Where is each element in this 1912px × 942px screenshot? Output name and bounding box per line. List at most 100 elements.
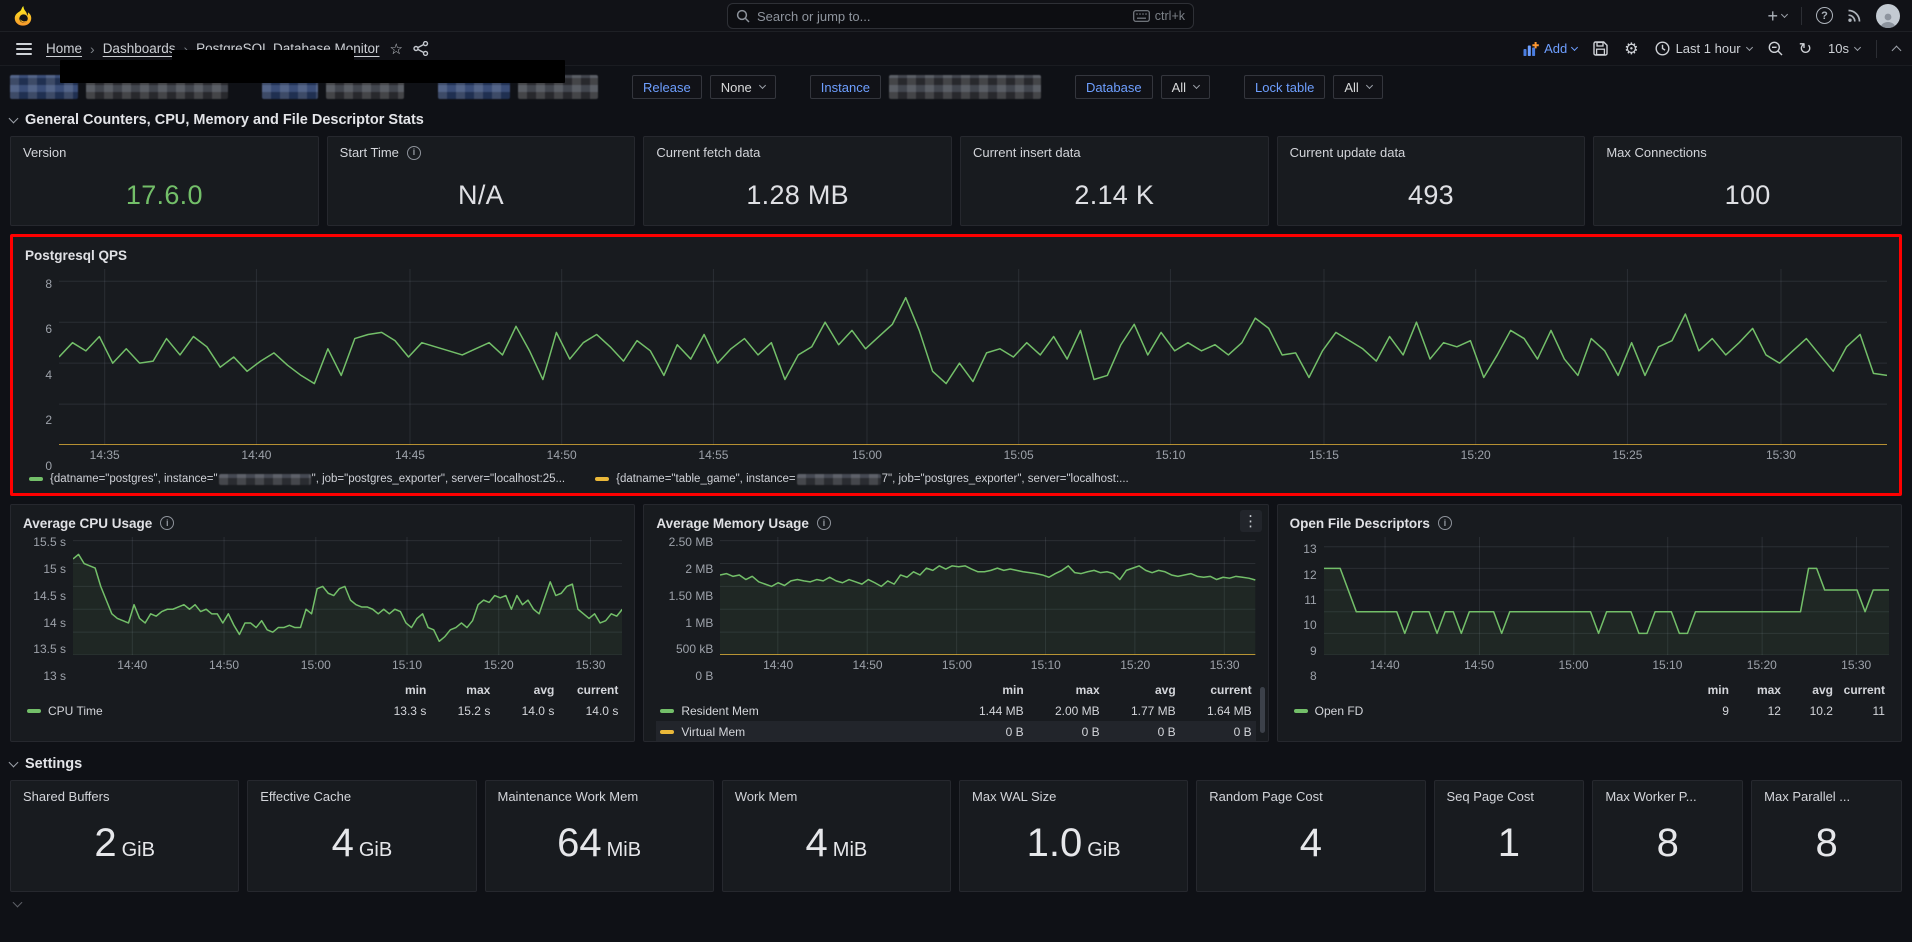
legend-column-header[interactable]: avg — [1100, 683, 1176, 697]
legend-scrollbar[interactable] — [1259, 687, 1265, 733]
breadcrumb-dashboards[interactable]: Dashboards — [103, 41, 176, 56]
legend-series-name[interactable]: Open FD — [1293, 704, 1677, 718]
legend-column-header[interactable]: min — [948, 683, 1023, 697]
legend-series-name[interactable]: CPU Time — [27, 704, 362, 718]
panel-work-mem[interactable]: Work Mem 4 MiB — [721, 780, 952, 892]
axis-tick-label: 2.50 MB — [668, 535, 714, 550]
legend-column-header[interactable]: min — [362, 683, 426, 697]
axis-tick-label: 15:00 — [1558, 658, 1589, 672]
plot-area[interactable] — [1323, 537, 1889, 655]
refresh-interval-picker[interactable]: 10s — [1828, 41, 1862, 56]
panel-maintenance-work-mem[interactable]: Maintenance Work Mem 64 MiB — [484, 780, 714, 892]
refresh-button[interactable]: ↻ — [1799, 39, 1812, 58]
panel-max-parallel[interactable]: Max Parallel ... 8 — [1751, 780, 1902, 892]
zoom-out-time-button[interactable] — [1768, 41, 1783, 56]
legend-column-header[interactable]: avg — [1781, 683, 1833, 697]
legend-column-header[interactable]: max — [426, 683, 490, 697]
legend-column-header[interactable]: min — [1677, 683, 1729, 697]
panel-max-wal-size[interactable]: Max WAL Size 1.0 GiB — [959, 780, 1189, 892]
legend-header-row: min max avg current — [656, 679, 1255, 700]
legend-series-name[interactable]: Virtual Mem — [660, 725, 947, 739]
breadcrumb-separator: › — [90, 40, 95, 57]
save-dashboard-button[interactable] — [1593, 41, 1608, 56]
variable-lock-table-value[interactable]: All — [1333, 75, 1383, 99]
panel-title: Work Mem — [734, 789, 798, 804]
add-panel-button[interactable]: Add — [1523, 41, 1579, 56]
axis-tick-label: 14:45 — [394, 448, 425, 462]
x-axis: 14:35 14:40 14:45 14:50 14:55 15:00 15:05 15:10… — [59, 448, 1887, 465]
legend-column-header[interactable]: avg — [490, 683, 555, 697]
legend-column-header[interactable]: current — [1833, 683, 1885, 697]
legend-value: 10.2 — [1809, 703, 1833, 718]
chevron-down-icon — [1780, 10, 1789, 18]
share-icon[interactable] — [413, 41, 429, 56]
search-input[interactable]: Search or jump to... ctrl+k — [727, 3, 1194, 29]
dashboard-settings-button[interactable]: ⚙ — [1624, 39, 1638, 58]
panel-average-memory-usage[interactable]: ⋮ Average Memory Usage i 2.50 MB 2 MB 1.50… — [643, 504, 1269, 742]
panel-title: Version — [23, 145, 67, 160]
legend-row: Virtual Mem 0 B 0 B 0 B 0 B — [656, 721, 1256, 741]
info-icon[interactable]: i — [406, 145, 421, 160]
search-shortcut: ctrl+k — [1132, 9, 1185, 23]
variable-database-value[interactable]: All — [1160, 75, 1211, 99]
legend-column-header[interactable]: max — [1729, 683, 1781, 697]
panel-current-update-data[interactable]: Current update data 493 — [1276, 136, 1586, 226]
news-button[interactable] — [1847, 8, 1862, 23]
variable-instance-value-redacted[interactable] — [888, 75, 1041, 99]
menu-toggle[interactable] — [12, 39, 36, 59]
panel-menu-icon[interactable]: ⋮ — [1239, 510, 1262, 532]
qps-legend: {datname="postgres", instance=" ", job="p… — [29, 473, 1887, 485]
legend-column-header[interactable]: current — [1176, 683, 1251, 697]
panel-open-file-descriptors[interactable]: Open File Descriptors i 13 12 11 10 9 8 14:40… — [1276, 504, 1902, 742]
section-general-counters[interactable]: General Counters, CPU, Memory and File D… — [8, 112, 1902, 128]
time-range-picker[interactable]: Last 1 hour — [1655, 41, 1753, 56]
panel-seq-page-cost[interactable]: Seq Page Cost 1 — [1433, 780, 1585, 892]
stat-value: 4 — [1299, 821, 1323, 865]
info-icon[interactable]: i — [816, 516, 831, 530]
panel-average-cpu-usage[interactable]: Average CPU Usage i 15.5 s 15 s 14.5 s 14 s… — [10, 504, 636, 742]
info-icon[interactable]: i — [160, 516, 175, 530]
panel-title: Postgresql QPS — [25, 247, 128, 263]
clock-icon — [1655, 41, 1670, 56]
plot-area[interactable] — [73, 537, 623, 655]
panel-current-insert-data[interactable]: Current insert data 2.14 K — [959, 136, 1269, 226]
chevron-down-icon — [1193, 81, 1201, 90]
breadcrumb-home[interactable]: Home — [46, 41, 82, 56]
plot-area[interactable] — [59, 269, 1887, 445]
panel-postgresql-qps[interactable]: Postgresql QPS 8 6 4 2 0 14:35 14:40 14:45 14:5… — [10, 234, 1902, 496]
panel-shared-buffers[interactable]: Shared Buffers 2 GiB — [10, 780, 240, 892]
new-button[interactable]: + — [1767, 7, 1789, 25]
help-button[interactable]: ? — [1816, 7, 1833, 24]
panel-max-worker-processes[interactable]: Max Worker P... 8 — [1592, 780, 1744, 892]
legend-column-header[interactable]: max — [1024, 683, 1100, 697]
grafana-logo[interactable] — [12, 5, 34, 27]
panel-effective-cache[interactable]: Effective Cache 4 GiB — [247, 780, 477, 892]
user-avatar[interactable] — [1876, 3, 1900, 28]
panel-current-fetch-data[interactable]: Current fetch data 1.28 MB — [643, 136, 952, 226]
section-settings[interactable]: Settings — [8, 756, 1902, 772]
favorite-star-icon[interactable]: ☆ — [390, 40, 403, 58]
collapse-toolbar-chevron[interactable] — [1891, 45, 1902, 55]
variable-release-value[interactable]: None — [709, 75, 776, 99]
axis-tick-label: 15:20 — [483, 658, 514, 672]
plot-area[interactable] — [720, 537, 1256, 655]
person-icon — [1880, 13, 1896, 28]
axis-tick-label: 2 — [45, 413, 52, 428]
axis-tick-label: 14:40 — [241, 448, 272, 462]
legend-header-row: min max avg current — [1290, 679, 1889, 700]
panel-start-time[interactable]: Start Time i N/A — [326, 136, 636, 226]
add-panel-icon — [1523, 41, 1539, 56]
legend-series-name[interactable]: {datname="postgres", instance=" ", job="p… — [29, 473, 565, 485]
legend-series-name[interactable]: {datname="table_game", instance= 7", job=… — [595, 473, 1129, 485]
panel-random-page-cost[interactable]: Random Page Cost 4 — [1196, 780, 1426, 892]
panel-title: Max Connections — [1606, 145, 1707, 160]
info-icon[interactable]: i — [1437, 516, 1452, 530]
panel-version[interactable]: Version 17.6.0 — [10, 136, 319, 226]
legend-row: Resident Mem 1.44 MB 2.00 MB 1.77 MB 1.64 MB — [656, 700, 1255, 721]
memory-legend: min max avg current Resident Mem 1.44 MB 2.00 … — [656, 679, 1256, 741]
axis-tick-label: 8 — [45, 276, 52, 291]
legend-series-name[interactable]: Resident Mem — [660, 704, 947, 718]
legend-column-header[interactable]: current — [554, 683, 618, 697]
variable-database-label: Database — [1074, 75, 1153, 99]
panel-max-connections[interactable]: Max Connections 100 — [1593, 136, 1902, 226]
